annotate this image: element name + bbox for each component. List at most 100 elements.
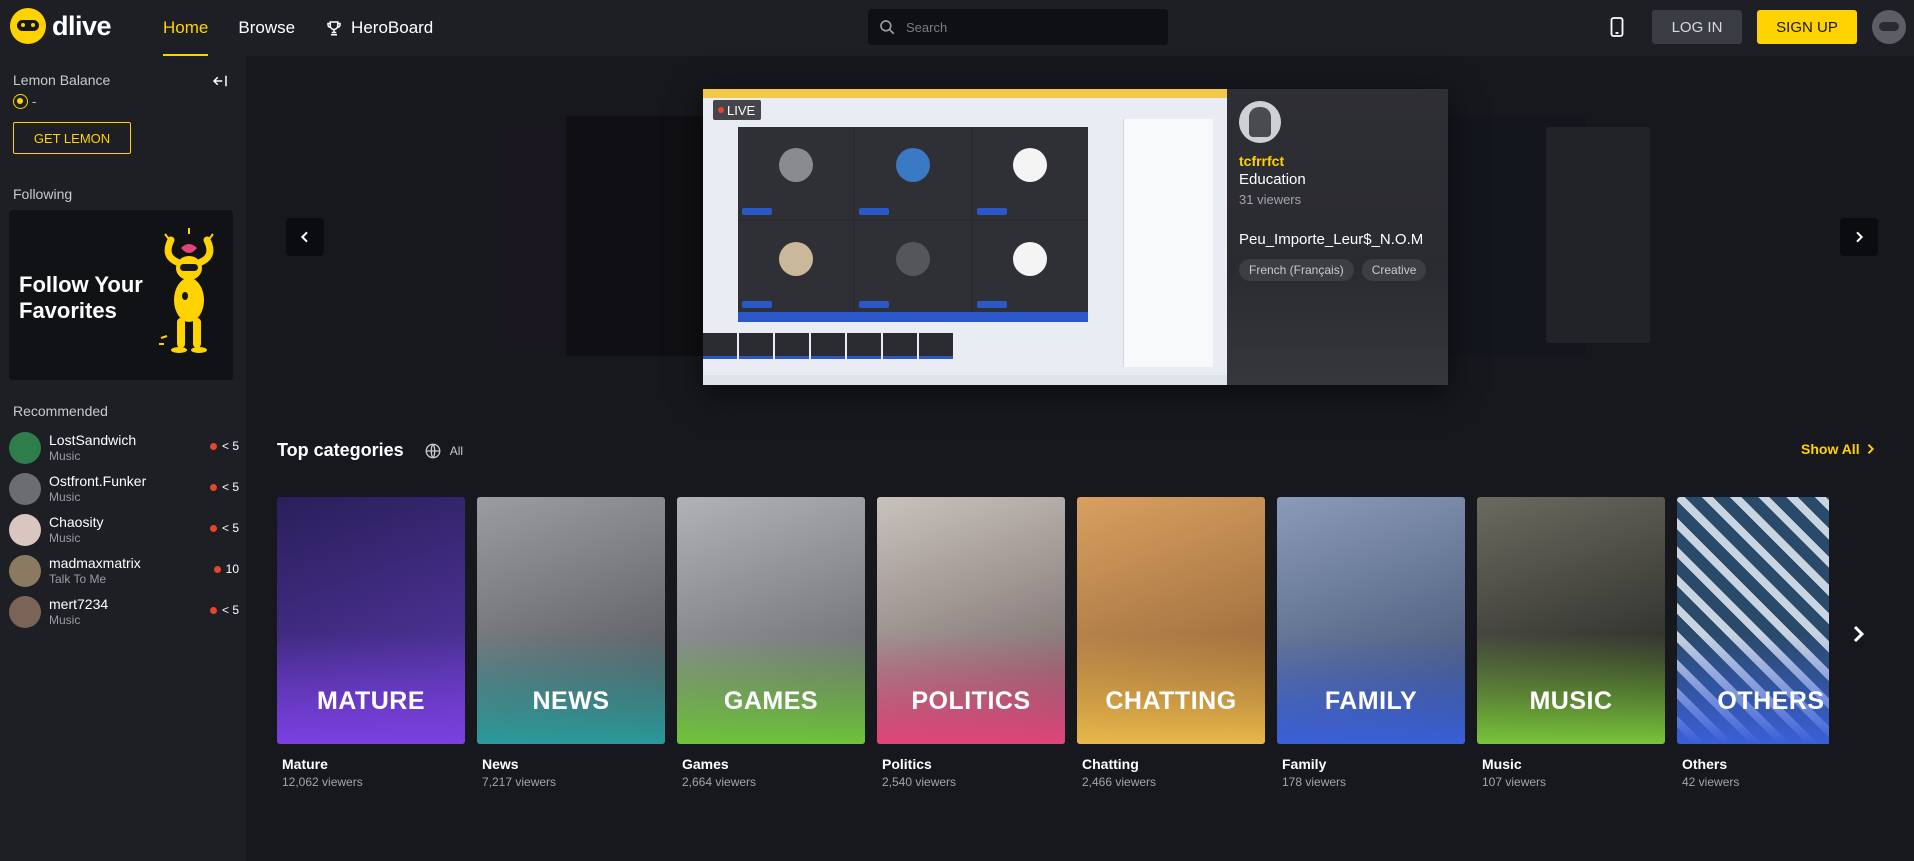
video-tile: [972, 127, 1088, 219]
stream-thumbnail: [883, 333, 917, 359]
category-image: MUSIC: [1477, 497, 1665, 744]
stream-category[interactable]: Education: [1239, 171, 1306, 188]
viewer-count: 10: [225, 562, 239, 576]
channel-viewers: < 5: [209, 603, 239, 617]
video-tile: [738, 220, 854, 312]
login-button[interactable]: LOG IN: [1652, 10, 1742, 44]
category-banner-text: NEWS: [532, 687, 610, 715]
channel-name: mert7234: [49, 595, 109, 612]
recommended-channel[interactable]: Ostfront.Funker Music < 5: [9, 468, 239, 509]
channel-category: Music: [49, 448, 81, 463]
stream-title: Peu_Importe_Leur$_N.O.M: [1239, 231, 1424, 248]
channel-avatar: [9, 595, 41, 628]
get-lemon-button[interactable]: GET LEMON: [13, 122, 131, 154]
chevron-right-icon: [1867, 444, 1874, 454]
category-viewers: 42 viewers: [1682, 775, 1740, 789]
category-name: Chatting: [1082, 756, 1139, 772]
category-card-games[interactable]: GAMES Games 2,664 viewers: [677, 497, 865, 789]
category-card-others[interactable]: OTHERS Others 42 viewers: [1677, 497, 1829, 789]
category-viewers: 107 viewers: [1482, 775, 1547, 789]
nav-heroboard[interactable]: HeroBoard: [325, 0, 433, 56]
stream-viewers: 31 viewers: [1239, 192, 1302, 207]
channel-avatar: [9, 431, 41, 464]
category-banner-text: OTHERS: [1717, 687, 1825, 715]
viewer-count: < 5: [221, 603, 239, 617]
channel-viewers: < 5: [209, 521, 239, 535]
category-viewers: 2,664 viewers: [682, 775, 757, 789]
dlive-logo-icon: [10, 8, 46, 44]
chevron-right-icon: [1856, 231, 1864, 243]
category-row: MATURE Mature 12,062 viewers NEWS News 7…: [277, 497, 1829, 797]
channel-name: Chaosity: [49, 513, 104, 530]
category-card-music[interactable]: MUSIC Music 107 viewers: [1477, 497, 1665, 789]
carousel-side-stream[interactable]: [566, 116, 716, 356]
stream-caption-bar: [738, 312, 1088, 322]
category-viewers: 7,217 viewers: [482, 775, 557, 789]
recommended-channel[interactable]: madmaxmatrix Talk To Me 10: [9, 550, 239, 591]
category-image: NEWS: [477, 497, 665, 744]
participant-avatar: [778, 148, 813, 183]
search-icon[interactable]: [878, 18, 896, 36]
search-input[interactable]: [906, 19, 1156, 35]
carousel-prev-button[interactable]: [286, 218, 324, 256]
search-bar: [868, 9, 1168, 45]
recommended-channel[interactable]: Chaosity Music < 5: [9, 509, 239, 550]
category-card-mature[interactable]: MATURE Mature 12,062 viewers: [277, 497, 465, 789]
category-viewers: 2,466 viewers: [1082, 775, 1157, 789]
video-tile: [738, 127, 854, 219]
channel-viewers: < 5: [209, 480, 239, 494]
recommended-channel[interactable]: LostSandwich Music < 5: [9, 427, 239, 468]
channel-category: Music: [49, 489, 81, 504]
collapse-sidebar-icon[interactable]: [211, 72, 229, 90]
stream-thumbnail: [703, 333, 737, 359]
signup-button[interactable]: SIGN UP: [1757, 10, 1857, 44]
stream-tags: French (Français) Creative: [1239, 259, 1427, 281]
video-tile: [855, 220, 971, 312]
stream-tag[interactable]: Creative: [1361, 259, 1427, 281]
featured-carousel: LIVE tcfrrfct Education 31 viewers Peu_I…: [246, 56, 1914, 406]
recommended-list: LostSandwich Music < 5 Ostfront.Funker Mus…: [9, 427, 239, 632]
channel-viewers: 10: [213, 562, 239, 576]
category-name: Music: [1482, 756, 1522, 772]
stream-chat-panel: [1123, 119, 1213, 367]
streamer-avatar[interactable]: [1239, 101, 1281, 143]
globe-icon[interactable]: [424, 442, 442, 460]
language-filter[interactable]: All: [450, 444, 463, 458]
video-tile: [972, 220, 1088, 312]
user-avatar[interactable]: [1872, 10, 1906, 44]
stream-thumbnails: [703, 333, 963, 359]
recommended-label: Recommended: [13, 403, 108, 419]
category-card-family[interactable]: FAMILY Family 178 viewers: [1277, 497, 1465, 789]
follow-promo-card[interactable]: Follow Your Favorites: [9, 210, 233, 380]
carousel-next-button[interactable]: [1840, 218, 1878, 256]
carousel-side-stream[interactable]: [1546, 127, 1650, 343]
lemon-balance-value: -: [32, 94, 37, 109]
main-nav: Home Browse HeroBoard: [163, 0, 463, 56]
recommended-channel[interactable]: mert7234 Music < 5: [9, 591, 239, 632]
stream-preview[interactable]: LIVE: [703, 89, 1227, 385]
streamer-username[interactable]: tcfrrfct: [1239, 153, 1284, 169]
category-card-chatting[interactable]: CHATTING Chatting 2,466 viewers: [1077, 497, 1265, 789]
category-card-news[interactable]: NEWS News 7,217 viewers: [477, 497, 665, 789]
stream-tag[interactable]: French (Français): [1239, 259, 1354, 281]
channel-avatar: [9, 554, 41, 587]
category-name: Others: [1682, 756, 1728, 772]
stream-thumbnail: [739, 333, 773, 359]
channel-name: Ostfront.Funker: [49, 472, 147, 489]
channel-avatar: [9, 472, 41, 505]
category-banner-text: CHATTING: [1105, 687, 1237, 715]
logo[interactable]: dlive: [10, 8, 112, 44]
featured-stream[interactable]: LIVE tcfrrfct Education 31 viewers Peu_I…: [703, 89, 1448, 385]
nav-heroboard-label: HeroBoard: [351, 18, 434, 37]
channel-category: Music: [49, 530, 81, 545]
nav-browse[interactable]: Browse: [238, 0, 295, 56]
category-next-button[interactable]: [1844, 619, 1874, 649]
nav-home[interactable]: Home: [163, 0, 209, 56]
category-card-politics[interactable]: POLITICS Politics 2,540 viewers: [877, 497, 1065, 789]
category-viewers: 178 viewers: [1282, 775, 1347, 789]
stream-taskbar: [703, 375, 1227, 385]
category-name: News: [482, 756, 519, 772]
category-name: Games: [682, 756, 729, 772]
show-all-link[interactable]: Show All: [1801, 441, 1876, 457]
mobile-app-icon[interactable]: [1610, 17, 1624, 37]
